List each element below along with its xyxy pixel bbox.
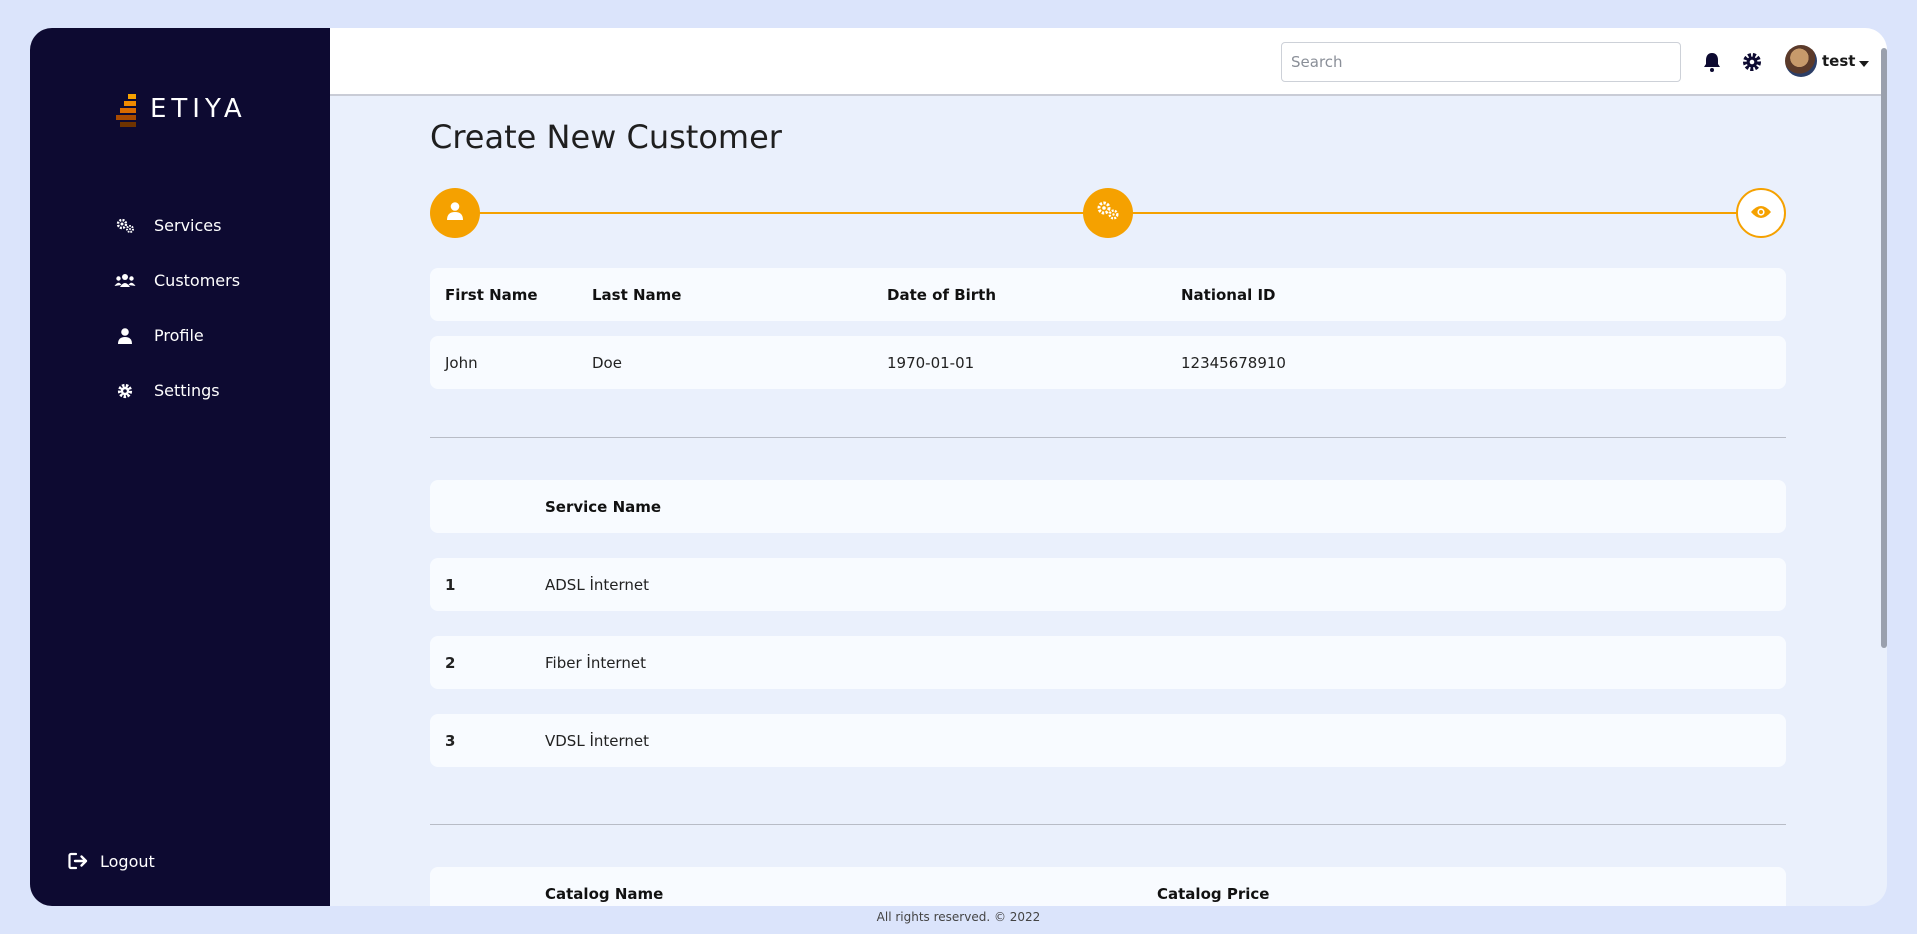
- cell-last-name: Doe: [592, 353, 622, 372]
- eye-icon: [1750, 204, 1772, 223]
- header-last-name: Last Name: [592, 285, 682, 304]
- avatar: [1785, 45, 1817, 77]
- services-table-header: Service Name: [430, 480, 1786, 533]
- gear-icon[interactable]: [1740, 50, 1764, 74]
- sidebar-item-settings[interactable]: Settings: [114, 363, 240, 418]
- etiya-logo-mark-icon: [114, 92, 142, 127]
- gears-icon: [114, 215, 136, 237]
- sidebar: ETIYA Services Customers Profile Setting…: [30, 28, 330, 906]
- header-catalog-price: Catalog Price: [1157, 884, 1270, 903]
- step-services[interactable]: [1083, 188, 1133, 238]
- header-first-name: First Name: [445, 285, 538, 304]
- gears-icon: [1096, 201, 1120, 225]
- sidebar-item-customers[interactable]: Customers: [114, 253, 240, 308]
- cell-service-name: ADSL İnternet: [545, 575, 650, 594]
- header-national-id: National ID: [1181, 285, 1276, 304]
- section-divider: [430, 437, 1786, 438]
- cell-row-number: 2: [445, 653, 456, 672]
- table-row: John Doe 1970-01-01 12345678910: [430, 336, 1786, 389]
- bell-icon[interactable]: [1700, 50, 1724, 74]
- sidebar-item-services[interactable]: Services: [114, 198, 240, 253]
- app-window: ETIYA Services Customers Profile Setting…: [30, 28, 1887, 906]
- logo-text: ETIYA: [150, 94, 247, 124]
- user-name: test: [1822, 52, 1856, 70]
- cell-first-name: John: [445, 353, 478, 372]
- table-row: 2 Fiber İnternet: [430, 636, 1786, 689]
- cell-service-name: VDSL İnternet: [545, 731, 650, 750]
- section-divider: [430, 824, 1786, 825]
- logout-button[interactable]: Logout: [68, 850, 155, 872]
- main-area: test Create New Customer: [330, 28, 1887, 906]
- header-catalog-name: Catalog Name: [545, 884, 664, 903]
- customer-table-header: First Name Last Name Date of Birth Natio…: [430, 268, 1786, 321]
- step-customer[interactable]: [430, 188, 480, 238]
- sidebar-item-profile[interactable]: Profile: [114, 308, 240, 363]
- sidebar-item-label: Customers: [154, 271, 241, 290]
- step-review[interactable]: [1736, 188, 1786, 238]
- sidebar-item-label: Settings: [154, 381, 220, 400]
- scrollbar[interactable]: [1881, 48, 1887, 648]
- catalog-table-header: Catalog Name Catalog Price: [430, 867, 1786, 906]
- page-content: Create New Customer First Name Last Name…: [430, 96, 1786, 906]
- cell-national-id: 12345678910: [1181, 353, 1286, 372]
- gear-icon: [114, 380, 136, 402]
- header-service-name: Service Name: [545, 497, 662, 516]
- header-date-of-birth: Date of Birth: [887, 285, 997, 304]
- user-menu[interactable]: test: [1785, 45, 1870, 77]
- sidebar-item-label: Profile: [154, 326, 204, 345]
- logo[interactable]: ETIYA: [114, 92, 247, 127]
- user-icon: [114, 325, 136, 347]
- logout-label: Logout: [100, 851, 155, 871]
- sidebar-nav: Services Customers Profile Settings: [114, 198, 240, 418]
- cell-row-number: 1: [445, 575, 456, 594]
- table-row: 1 ADSL İnternet: [430, 558, 1786, 611]
- sidebar-item-label: Services: [154, 216, 222, 235]
- footer-text: All rights reserved. © 2022: [876, 910, 1041, 924]
- cell-service-name: Fiber İnternet: [545, 653, 646, 672]
- topbar: test: [330, 28, 1887, 96]
- caret-down-icon: [1859, 52, 1870, 71]
- page-title: Create New Customer: [430, 118, 782, 156]
- users-icon: [114, 270, 136, 292]
- cell-row-number: 3: [445, 731, 456, 750]
- logout-icon: [68, 850, 90, 872]
- search-input[interactable]: [1281, 42, 1681, 82]
- cell-date-of-birth: 1970-01-01: [887, 353, 975, 372]
- table-row: 3 VDSL İnternet: [430, 714, 1786, 767]
- user-icon: [447, 202, 463, 224]
- stepper: [430, 188, 1786, 238]
